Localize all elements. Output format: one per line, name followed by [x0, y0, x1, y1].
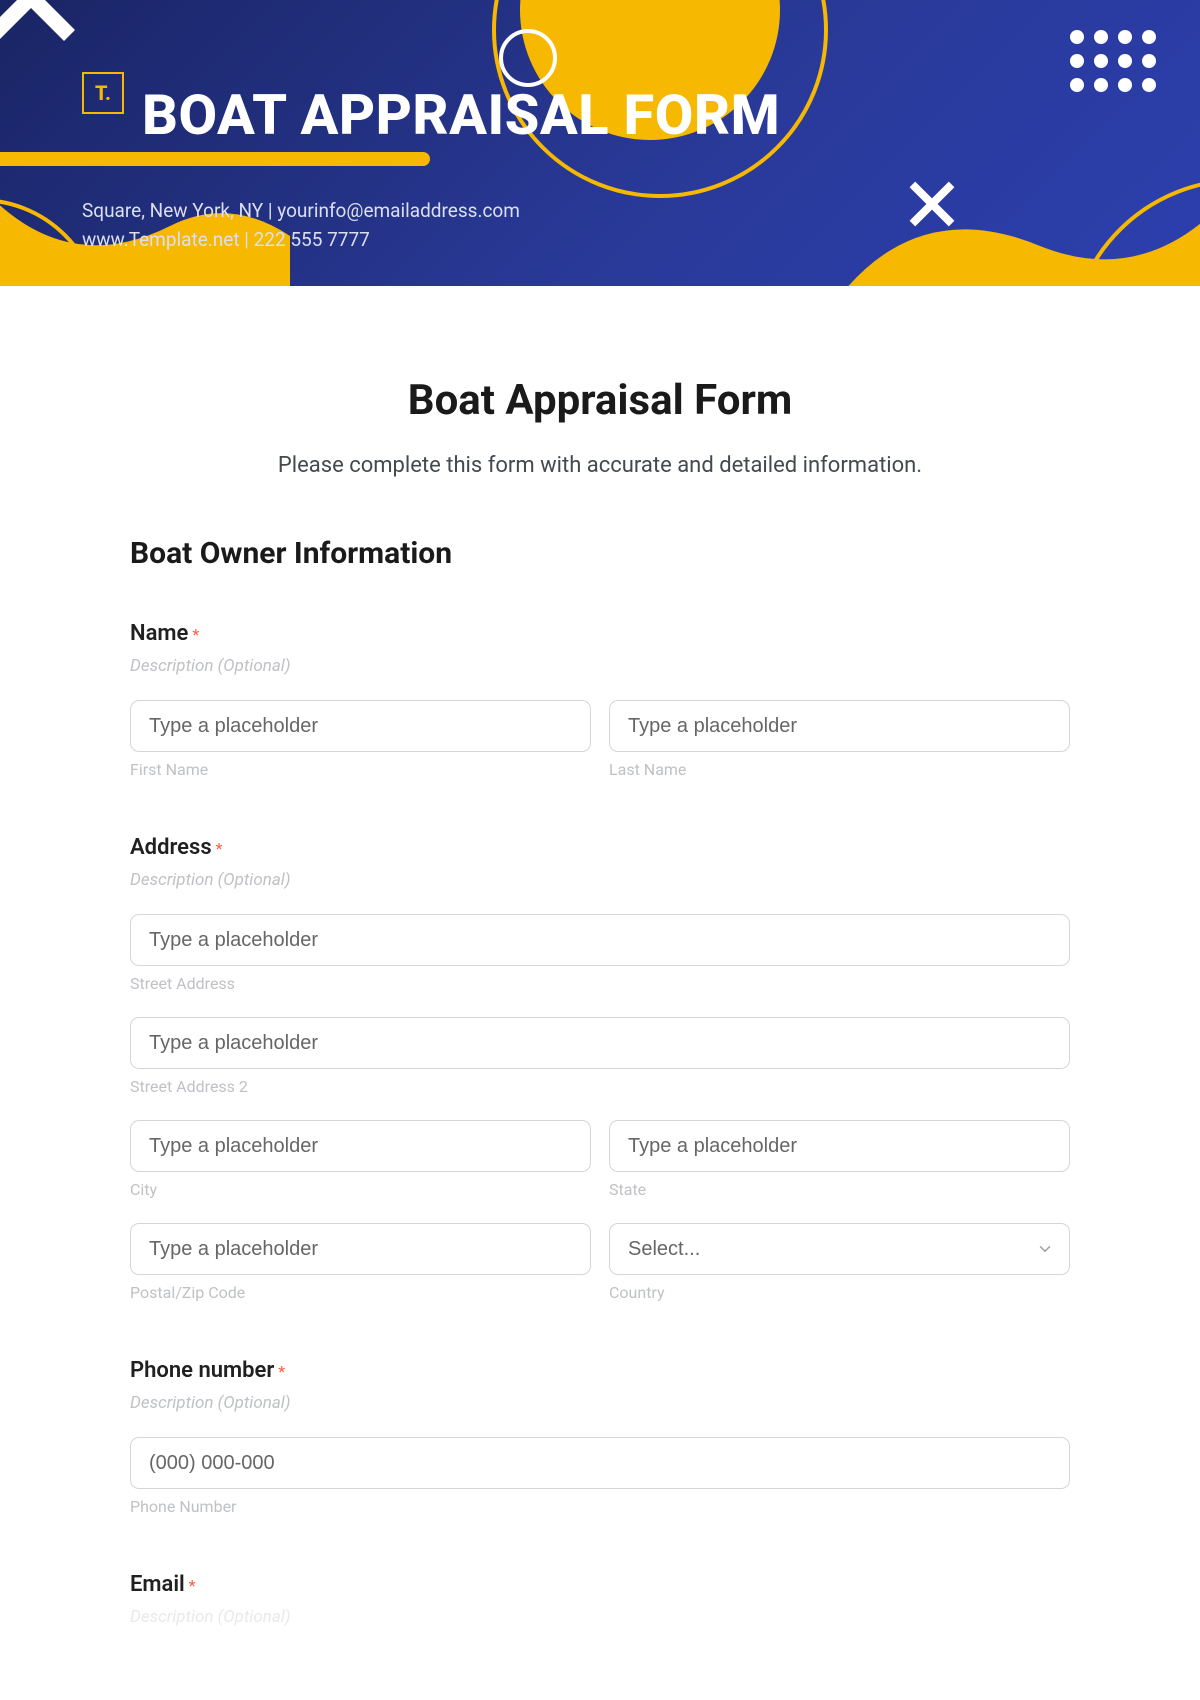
address-label: Address [130, 835, 212, 860]
email-label: Email [130, 1572, 185, 1597]
name-description: Description (Optional) [130, 656, 1070, 676]
banner-title: BOAT APPRAISAL FORM [142, 82, 780, 148]
last-name-input[interactable] [609, 700, 1070, 752]
x-icon [0, 0, 86, 52]
page-subtitle: Please complete this form with accurate … [130, 453, 1070, 478]
postal-code-sublabel: Postal/Zip Code [130, 1283, 591, 1302]
form-container: Boat Appraisal Form Please complete this… [0, 286, 1200, 1667]
field-email: Email* Description (Optional) [130, 1572, 1070, 1627]
country-select[interactable] [609, 1223, 1070, 1275]
field-address: Address* Description (Optional) Street A… [130, 835, 1070, 1302]
state-input[interactable] [609, 1120, 1070, 1172]
banner-info-line-2: www.Template.net | 222 555 7777 [82, 225, 520, 254]
phone-sublabel: Phone Number [130, 1497, 1070, 1516]
last-name-sublabel: Last Name [609, 760, 1070, 779]
phone-description: Description (Optional) [130, 1393, 1070, 1413]
logo-text: T. [95, 81, 111, 105]
name-label: Name [130, 621, 188, 646]
dot-grid-icon [1070, 30, 1156, 92]
logo: T. [82, 72, 124, 114]
first-name-sublabel: First Name [130, 760, 591, 779]
required-star: * [278, 1362, 285, 1381]
x-icon [904, 176, 960, 232]
street-address-sublabel: Street Address [130, 974, 1070, 993]
banner-underline [0, 152, 430, 166]
required-star: * [192, 625, 199, 644]
page-title: Boat Appraisal Form [130, 376, 1070, 425]
phone-input[interactable] [130, 1437, 1070, 1489]
banner: T. BOAT APPRAISAL FORM Square, New York,… [0, 0, 1200, 286]
street-address-input[interactable] [130, 914, 1070, 966]
city-sublabel: City [130, 1180, 591, 1199]
required-star: * [189, 1576, 196, 1595]
banner-info-line-1: Square, New York, NY | yourinfo@emailadd… [82, 196, 520, 225]
postal-code-input[interactable] [130, 1223, 591, 1275]
state-sublabel: State [609, 1180, 1070, 1199]
section-title: Boat Owner Information [130, 536, 1070, 571]
required-star: * [216, 839, 223, 858]
country-sublabel: Country [609, 1283, 1070, 1302]
city-input[interactable] [130, 1120, 591, 1172]
field-name: Name* Description (Optional) First Name … [130, 621, 1070, 779]
phone-label: Phone number [130, 1358, 274, 1383]
street-address-2-sublabel: Street Address 2 [130, 1077, 1070, 1096]
decor-ring-small [498, 28, 558, 88]
banner-info: Square, New York, NY | yourinfo@emailadd… [82, 196, 520, 255]
address-description: Description (Optional) [130, 870, 1070, 890]
first-name-input[interactable] [130, 700, 591, 752]
field-phone: Phone number* Description (Optional) Pho… [130, 1358, 1070, 1516]
email-description: Description (Optional) [130, 1607, 1070, 1627]
street-address-2-input[interactable] [130, 1017, 1070, 1069]
decor-arc-right [1040, 150, 1200, 286]
